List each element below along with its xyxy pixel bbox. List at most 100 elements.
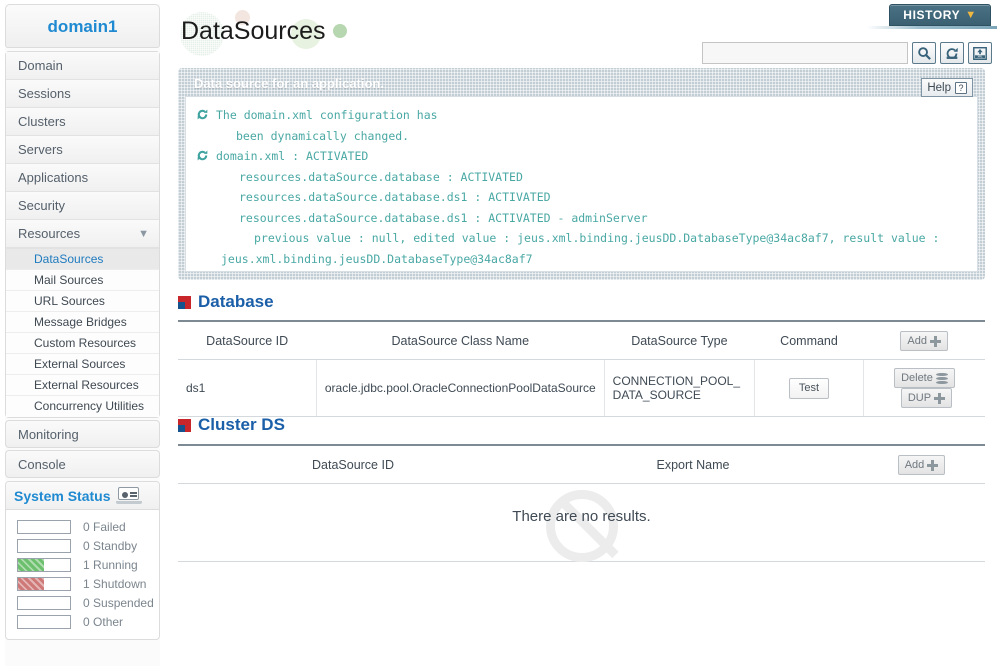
log-line: resources.dataSource.database.ds1 : ACTI… <box>196 208 967 229</box>
cluster-ds-section-title: Cluster DS <box>178 415 985 435</box>
chevron-down-icon: ▼ <box>138 228 149 240</box>
sidebar-item-servers[interactable]: Servers <box>6 136 159 164</box>
xml-export-button[interactable]: XML <box>968 42 992 64</box>
section-square-icon <box>178 295 191 309</box>
search-input[interactable] <box>702 42 908 64</box>
cell-datasource-id: ds1 <box>178 359 317 417</box>
sidebar-item-custom-resources[interactable]: Custom Resources <box>6 333 159 354</box>
add-label: Add <box>907 335 927 347</box>
sidebar-subitem-label: Mail Sources <box>34 273 104 287</box>
log-line: resources.dataSource.database : ACTIVATE… <box>196 167 967 188</box>
sidebar-item-concurrency-utilities[interactable]: Concurrency Utilities <box>6 396 159 417</box>
status-label: Shutdown <box>93 576 147 591</box>
sidebar-item-mail-sources[interactable]: Mail Sources <box>6 270 159 291</box>
sidebar-item-label: Applications <box>18 170 89 185</box>
sidebar-item-monitoring[interactable]: Monitoring <box>5 420 160 448</box>
system-status-title: System Status <box>14 487 111 504</box>
status-row-failed: 0 Failed <box>10 517 155 536</box>
cell-class-name: oracle.jdbc.pool.OracleConnectionPoolDat… <box>315 359 605 417</box>
sidebar-item-clusters[interactable]: Clusters <box>6 108 159 136</box>
page-title-area: DataSources <box>178 8 347 56</box>
cluster-add-cell: Add <box>858 444 985 484</box>
sidebar-item-sessions[interactable]: Sessions <box>6 80 159 108</box>
sidebar-item-label: Security <box>18 198 65 213</box>
log-line: previous value : null, edited value : je… <box>196 228 967 249</box>
sidebar-item-applications[interactable]: Applications <box>6 164 159 192</box>
sidebar-subitem-label: External Resources <box>34 378 139 392</box>
plus-icon <box>927 459 939 471</box>
sidebar-item-external-resources[interactable]: External Resources <box>6 375 159 396</box>
status-row-other: 0 Other <box>10 612 155 631</box>
sidebar-item-console[interactable]: Console <box>5 450 160 478</box>
domain-title[interactable]: domain1 <box>5 4 160 48</box>
status-row-running: 1 Running <box>10 555 155 574</box>
sidebar-item-url-sources[interactable]: URL Sources <box>6 291 159 312</box>
system-status-panel: System Status 0 Failed 0 Standby 1 Runni… <box>5 481 160 640</box>
message-log: The domain.xml configuration has been dy… <box>185 96 978 272</box>
status-count: 0 <box>83 519 90 534</box>
resources-submenu: DataSources Mail Sources URL Sources Mes… <box>6 248 159 417</box>
database-table: DataSource ID DataSource Class Name Data… <box>178 320 985 417</box>
status-label: Other <box>93 614 124 629</box>
status-count: 1 <box>83 576 90 591</box>
sidebar-item-external-sources[interactable]: External Sources <box>6 354 159 375</box>
log-line: The domain.xml configuration has <box>196 105 967 126</box>
sidebar-item-domain[interactable]: Domain <box>6 52 159 80</box>
add-button[interactable]: Add <box>900 331 948 351</box>
cell-actions: Delete DUP <box>862 359 985 417</box>
sidebar-subitem-label: Concurrency Utilities <box>34 399 145 413</box>
sidebar-subitem-label: Message Bridges <box>34 315 127 329</box>
status-count: 1 <box>83 557 90 572</box>
sidebar-item-datasources[interactable]: DataSources <box>6 249 159 270</box>
sidebar-item-security[interactable]: Security <box>6 192 159 220</box>
plus-icon <box>934 392 946 404</box>
status-row-shutdown: 1 Shutdown <box>10 574 155 593</box>
decorative-circle-icon <box>333 24 347 38</box>
status-row-text: 0 Suspended <box>83 596 154 610</box>
database-section-title: Database <box>178 292 985 312</box>
database-section: Database DataSource ID DataSource Class … <box>178 292 985 417</box>
message-panel-heading: Data source for an application. <box>194 76 384 91</box>
status-label: Standby <box>93 538 138 553</box>
refresh-icon <box>196 149 209 162</box>
log-text: resources.dataSource.database : ACTIVATE… <box>239 169 523 184</box>
sidebar-item-message-bridges[interactable]: Message Bridges <box>6 312 159 333</box>
history-underline <box>867 26 997 29</box>
status-row-suspended: 0 Suspended <box>10 593 155 612</box>
status-row-text: 0 Other <box>83 615 123 629</box>
application-root: domain1 Domain Sessions Clusters Servers… <box>0 0 997 668</box>
log-line: resources.dataSource.database.ds1 : ACTI… <box>196 187 967 208</box>
page-title: DataSources <box>181 17 326 45</box>
log-line: domain.xml : ACTIVATED <box>196 146 967 167</box>
dup-label: DUP <box>907 392 932 404</box>
help-label: Help <box>927 81 951 94</box>
cluster-ds-table: DataSource ID Export Name Add <box>178 444 985 484</box>
log-text: domain.xml : ACTIVATED <box>216 149 369 163</box>
cell-type: CONNECTION_POOL_ DATA_SOURCE <box>603 359 755 417</box>
test-button[interactable]: Test <box>788 377 830 399</box>
refresh-icon <box>196 108 209 121</box>
database-add-cell: Add <box>863 320 985 360</box>
dup-button[interactable]: DUP <box>900 388 953 408</box>
delete-button[interactable]: Delete <box>894 368 955 388</box>
help-button[interactable]: Help ? <box>921 78 973 97</box>
log-text: jeus.xml.binding.jeusDD.DatabaseType@34a… <box>221 251 533 266</box>
stack-icon <box>935 372 948 384</box>
status-count: 0 <box>83 595 90 610</box>
sidebar-item-resources[interactable]: Resources ▼ <box>6 220 159 248</box>
search-button[interactable] <box>912 42 936 64</box>
log-line: been dynamically changed. <box>196 126 967 147</box>
add-button[interactable]: Add <box>897 455 946 475</box>
no-results-icon <box>545 490 618 562</box>
sidebar-item-label: Monitoring <box>18 427 79 442</box>
log-line: jeus.xml.binding.jeusDD.DatabaseType@34a… <box>196 249 967 270</box>
sidebar: domain1 Domain Sessions Clusters Servers… <box>5 4 160 666</box>
sidebar-subitem-label: URL Sources <box>34 294 105 308</box>
history-button[interactable]: HISTORY ▼ <box>889 4 991 26</box>
xml-export-icon: XML <box>973 46 987 60</box>
chevron-down-icon: ▼ <box>965 9 977 21</box>
sidebar-subitem-label: Custom Resources <box>34 336 137 350</box>
status-bar <box>17 557 71 572</box>
refresh-button[interactable] <box>940 42 964 64</box>
status-count: 0 <box>83 614 90 629</box>
